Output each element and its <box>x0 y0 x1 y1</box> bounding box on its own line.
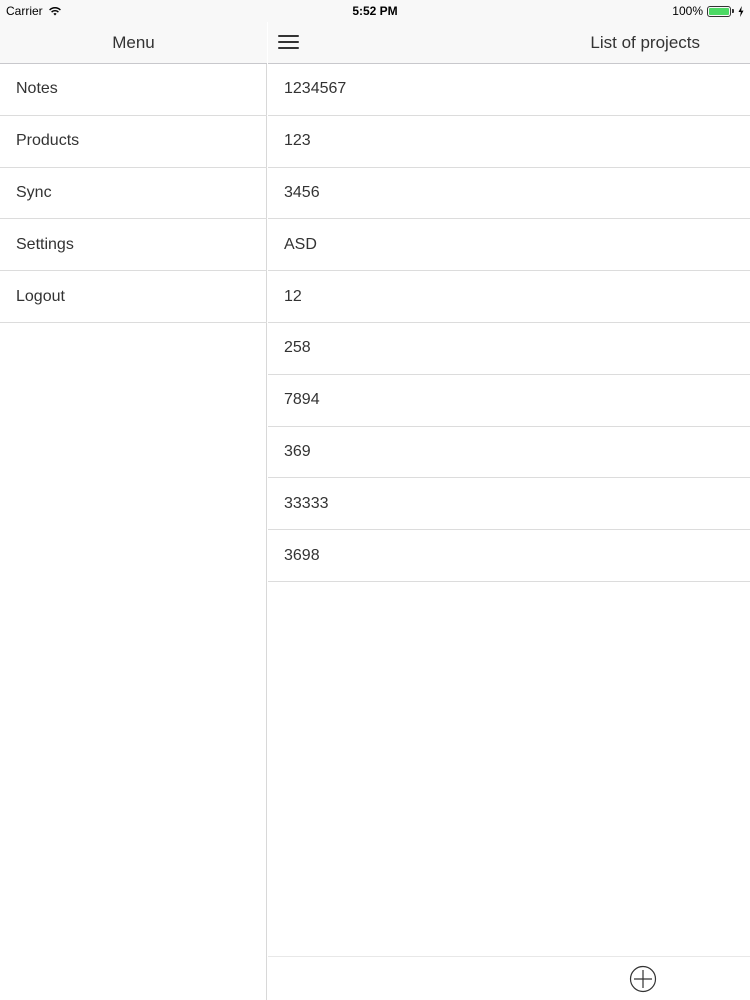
add-project-button[interactable] <box>629 965 657 993</box>
hamburger-line <box>278 35 299 37</box>
project-row[interactable]: ASD <box>268 219 750 272</box>
project-label: 369 <box>284 442 311 460</box>
menu-item-settings[interactable]: Settings <box>0 219 267 272</box>
menu-item-products[interactable]: Products <box>0 116 267 168</box>
project-row[interactable]: 33333 <box>268 478 750 531</box>
menu-item-notes[interactable]: Notes <box>0 64 267 116</box>
project-label: 3698 <box>284 546 320 564</box>
menu-list: Notes Products Sync Settings Logout <box>0 64 267 323</box>
menu-item-logout[interactable]: Logout <box>0 271 267 323</box>
bottom-toolbar <box>268 956 750 1000</box>
hamburger-menu-icon[interactable] <box>278 33 299 51</box>
app-screen: Menu Notes Products Sync Settings Logout… <box>0 0 750 1000</box>
battery-fill <box>709 7 729 15</box>
menu-item-label: Notes <box>16 80 58 98</box>
project-row[interactable]: 7894 <box>268 375 750 427</box>
menu-header: Menu <box>0 22 267 64</box>
status-time: 5:52 PM <box>352 4 398 18</box>
project-label: 7894 <box>284 391 320 409</box>
project-label: 3456 <box>284 183 320 201</box>
battery-body <box>707 5 731 17</box>
project-row[interactable]: 258 <box>268 323 750 375</box>
menu-pane: Menu Notes Products Sync Settings Logout <box>0 0 267 1000</box>
project-label: 1234567 <box>284 80 347 98</box>
menu-item-label: Products <box>16 132 80 150</box>
hamburger-line <box>278 41 299 43</box>
project-label: 258 <box>284 339 311 357</box>
status-bar: Carrier 5:52 PM 100% <box>0 0 750 22</box>
add-circle-icon <box>629 965 657 993</box>
project-row[interactable]: 12 <box>268 271 750 323</box>
menu-item-sync[interactable]: Sync <box>0 168 267 220</box>
menu-item-label: Sync <box>16 183 52 201</box>
status-right: 100% <box>672 4 744 18</box>
battery-percent: 100% <box>672 4 703 18</box>
menu-item-label: Settings <box>16 235 74 253</box>
project-label: 123 <box>284 132 311 150</box>
menu-title: Menu <box>112 32 155 52</box>
hamburger-line <box>278 47 299 49</box>
battery-tip <box>732 9 734 13</box>
menu-item-label: Logout <box>16 287 65 305</box>
project-label: 12 <box>284 287 302 305</box>
project-row[interactable]: 3698 <box>268 530 750 582</box>
project-row[interactable]: 123 <box>268 116 750 168</box>
charging-bolt-icon <box>738 5 744 17</box>
projects-pane: List of projects 1234567 123 3456 ASD 12… <box>268 0 750 1000</box>
project-label: 33333 <box>284 494 329 512</box>
projects-title: List of projects <box>590 33 700 52</box>
project-label: ASD <box>284 235 317 253</box>
project-row[interactable]: 1234567 <box>268 64 750 116</box>
project-row[interactable]: 3456 <box>268 168 750 220</box>
projects-header: List of projects <box>268 22 750 64</box>
project-row[interactable]: 369 <box>268 427 750 479</box>
battery-icon <box>707 5 734 17</box>
project-list: 1234567 123 3456 ASD 12 258 7894 369 333… <box>268 64 750 582</box>
